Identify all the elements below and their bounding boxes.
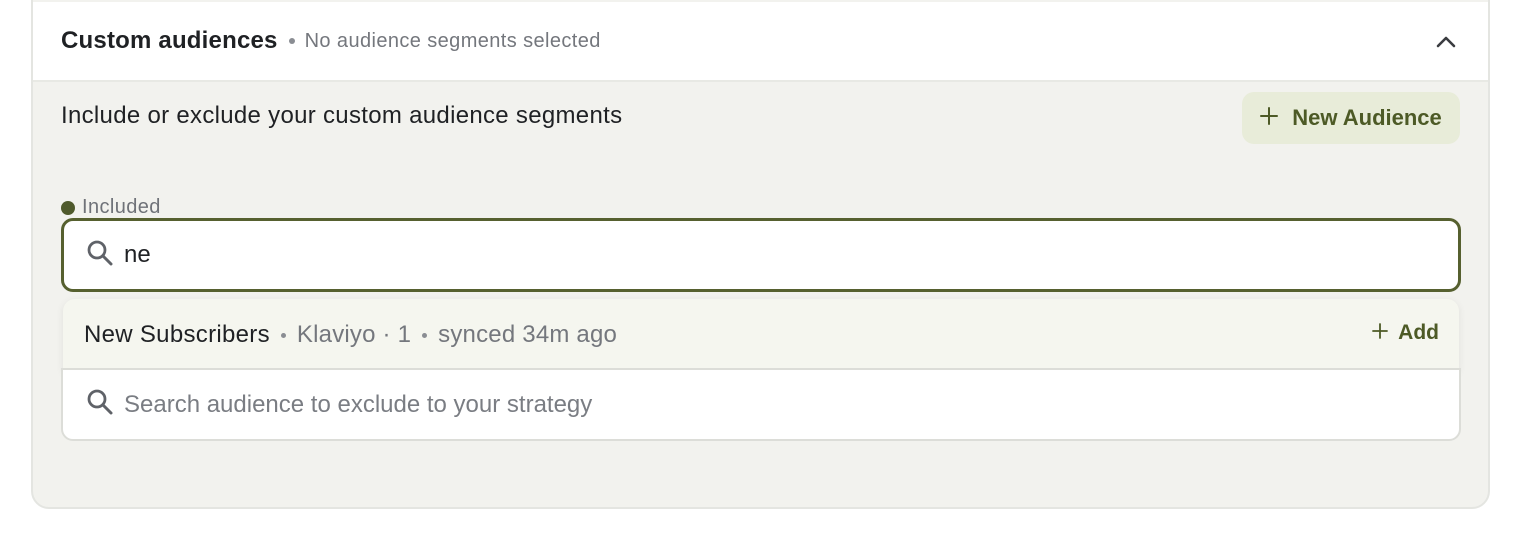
exclude-search-input[interactable]: [124, 390, 1324, 419]
plus-icon: [1260, 105, 1279, 131]
custom-audiences-card: Custom audiences No audience segments se…: [31, 0, 1490, 509]
search-icon: [86, 388, 114, 421]
result-name: New Subscribers: [84, 321, 270, 348]
separator-dot: [288, 38, 295, 44]
new-audience-label: New Audience: [1292, 105, 1442, 130]
included-indicator: Included: [61, 196, 161, 219]
section-description: Include or exclude your custom audience …: [61, 102, 623, 129]
separator-dot: [280, 332, 286, 338]
add-result-button[interactable]: Add: [1372, 321, 1439, 345]
included-dot: [61, 200, 75, 215]
search-icon: [86, 239, 114, 272]
exclude-search-box[interactable]: [61, 368, 1461, 441]
result-synced: synced 34m ago: [438, 321, 618, 348]
chevron-up-icon[interactable]: [1434, 30, 1458, 54]
section-status: No audience segments selected: [304, 29, 601, 52]
plus-icon: [1372, 321, 1389, 345]
included-label: Included: [82, 196, 161, 218]
include-search-box[interactable]: [61, 218, 1461, 292]
section-header[interactable]: Custom audiences No audience segments se…: [33, 2, 1488, 82]
section-title: Custom audiences: [61, 27, 278, 54]
new-audience-button[interactable]: New Audience: [1242, 92, 1460, 144]
separator-dot: [422, 332, 428, 338]
search-result-item[interactable]: New Subscribers Klaviyo · 1 synced 34m a…: [63, 299, 1459, 371]
add-label: Add: [1398, 321, 1439, 344]
result-source: Klaviyo · 1: [296, 321, 412, 348]
include-search-input[interactable]: [124, 241, 1324, 269]
